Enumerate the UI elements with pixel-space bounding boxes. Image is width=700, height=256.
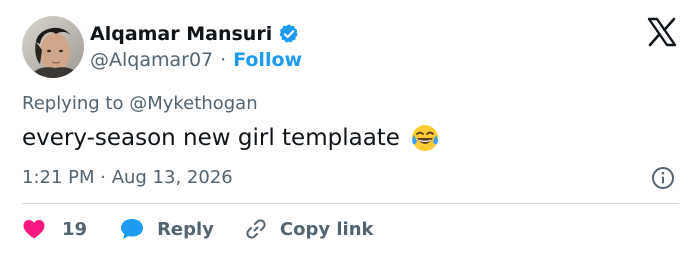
author-handle[interactable]: @Alqamar07 [90,49,213,71]
like-button[interactable]: 19 [22,217,119,241]
reply-label: Reply [157,218,214,240]
x-logo-icon[interactable] [646,16,678,48]
avatar-photo [22,16,84,78]
face-with-tears-of-joy-emoji [410,123,440,153]
action-bar: 19 Reply Copy link [22,214,374,244]
copy-link-button[interactable]: Copy link [244,217,374,241]
like-count: 19 [62,218,88,240]
info-icon[interactable] [651,166,675,190]
separator-dot: · [220,49,227,71]
link-icon [246,219,266,239]
tweet-text-row: every-season new girl templaate [22,123,440,153]
tweet-card: Alqamar Mansuri @Alqamar07 · Follow Repl… [0,0,700,256]
author-name-row: Alqamar Mansuri [90,20,300,48]
replying-to-prefix: Replying to [22,93,124,114]
tweet-text: every-season new girl templaate [22,125,400,151]
display-name[interactable]: Alqamar Mansuri [90,23,272,45]
copy-link-label: Copy link [279,218,374,240]
reply-button[interactable]: Reply [119,217,244,241]
verified-badge-icon [278,23,300,45]
author-handle-row: @Alqamar07 · Follow [90,48,302,72]
follow-button[interactable]: Follow [233,49,302,71]
timestamp[interactable]: 1:21 PM · Aug 13, 2026 [22,167,233,188]
avatar[interactable] [22,16,84,78]
replying-to: Replying to @Mykethogan [22,93,258,114]
divider [22,203,679,204]
replying-to-mention[interactable]: @Mykethogan [129,93,257,114]
heart-icon [23,220,45,239]
speech-bubble-icon [121,219,144,239]
